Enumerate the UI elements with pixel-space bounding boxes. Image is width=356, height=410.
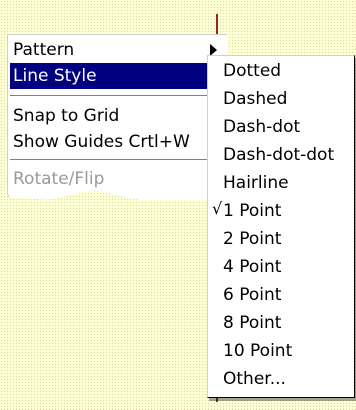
submenu-item-label: 2 Point [223,229,282,249]
submenu-item-hairline[interactable]: Hairline [223,170,289,196]
menu-item-snap-to-grid[interactable]: Snap to Grid [13,103,119,129]
submenu-item-10-point[interactable]: 10 Point [223,338,292,364]
submenu-item-label: Hairline [223,173,289,193]
submenu-item-label: 1 Point [223,201,282,221]
menu-item-line-style[interactable]: Line Style [10,63,220,89]
context-menu: Pattern Line Style Snap to Grid Show Gui… [7,34,227,200]
line-style-submenu: Dotted Dashed Dash-dot Dash-dot-dot Hair… [207,55,355,398]
menu-item-rotate-flip: Rotate/Flip [13,166,104,192]
menu-separator [10,159,225,161]
submenu-item-label: Dash-dot-dot [223,145,335,165]
submenu-item-2-point[interactable]: 2 Point [223,226,281,252]
menu-item-label: Rotate/Flip [13,169,105,189]
menu-item-label: Snap to Grid [13,106,120,126]
submenu-item-label: Dotted [223,61,282,81]
submenu-item-dashed[interactable]: Dashed [223,86,287,112]
submenu-item-label: 4 Point [223,257,282,277]
submenu-item-1-point[interactable]: 1 Point [223,198,281,224]
submenu-item-8-point[interactable]: 8 Point [223,310,281,336]
menu-item-label: Line Style [13,66,97,86]
submenu-item-4-point[interactable]: 4 Point [223,254,281,280]
submenu-item-dash-dot[interactable]: Dash-dot [223,114,300,140]
submenu-item-label: Dash-dot [223,117,301,137]
menu-item-label: Show Guides Crtl+W [13,132,190,152]
menu-item-label: Pattern [13,40,75,60]
submenu-item-label: 6 Point [223,285,282,305]
menu-item-show-guides[interactable]: Show Guides Crtl+W [13,129,190,155]
submenu-item-other[interactable]: Other... [223,366,286,392]
submenu-item-dash-dot-dot[interactable]: Dash-dot-dot [223,142,334,168]
submenu-item-6-point[interactable]: 6 Point [223,282,281,308]
submenu-item-label: Other... [223,369,286,389]
submenu-item-dotted[interactable]: Dotted [223,58,281,84]
menu-item-pattern[interactable]: Pattern [13,37,221,63]
submenu-item-label: 10 Point [223,341,293,361]
menu-separator [10,95,225,97]
checkmark-icon: √ [212,199,223,218]
submenu-item-label: Dashed [223,89,288,109]
submenu-item-label: 8 Point [223,313,282,333]
